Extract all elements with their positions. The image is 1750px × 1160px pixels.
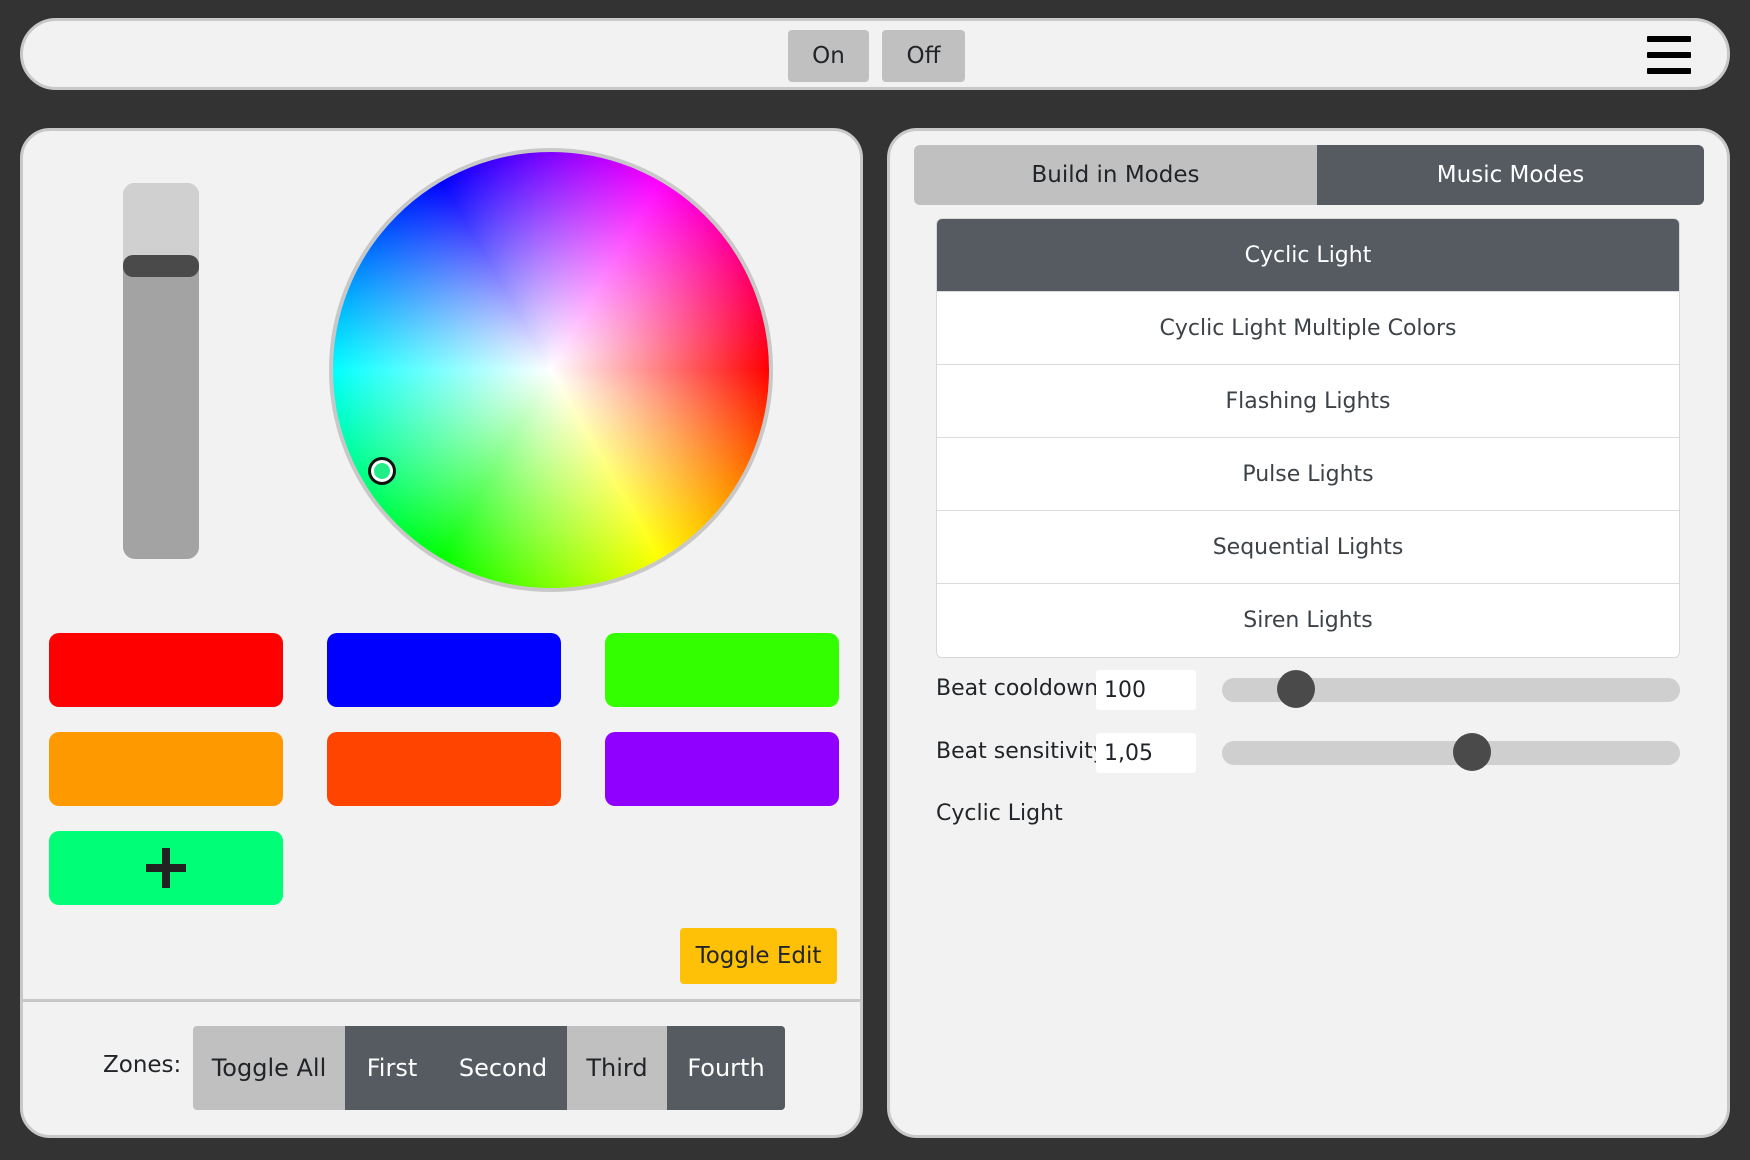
mode-list: Cyclic Light Cyclic Light Multiple Colors… — [936, 218, 1680, 658]
panel-divider — [23, 999, 860, 1002]
mode-list-item[interactable]: Siren Lights — [937, 584, 1679, 657]
color-wheel[interactable] — [329, 148, 773, 592]
beat-sensitivity-input[interactable] — [1096, 733, 1196, 773]
color-swatch[interactable] — [49, 633, 283, 707]
zones-label: Zones: — [103, 1052, 182, 1078]
brightness-slider[interactable] — [123, 183, 199, 559]
zone-button-fourth[interactable]: Fourth — [667, 1026, 785, 1110]
mode-list-item[interactable]: Sequential Lights — [937, 511, 1679, 584]
color-swatch[interactable] — [327, 732, 561, 806]
mode-tabs: Build in Modes Music Modes — [914, 145, 1704, 205]
color-panel: Toggle Edit Zones: Toggle All First Second… — [20, 128, 863, 1138]
beat-sensitivity-slider-thumb[interactable] — [1453, 733, 1491, 771]
beat-cooldown-input[interactable] — [1096, 670, 1196, 710]
beat-sensitivity-slider[interactable] — [1222, 741, 1680, 765]
mode-list-item[interactable]: Cyclic Light Multiple Colors — [937, 292, 1679, 365]
brightness-slider-handle[interactable] — [123, 254, 199, 277]
color-swatch[interactable] — [49, 732, 283, 806]
beat-cooldown-label: Beat cooldown: — [936, 676, 1106, 701]
tab-build-in-modes[interactable]: Build in Modes — [914, 145, 1317, 205]
color-wheel-cursor[interactable] — [368, 457, 396, 485]
plus-icon — [146, 848, 186, 888]
hamburger-line — [1647, 52, 1691, 58]
beat-cooldown-row: Beat cooldown: — [936, 670, 1680, 710]
zone-button-toggle-all[interactable]: Toggle All — [193, 1026, 345, 1110]
hamburger-line — [1647, 36, 1691, 42]
zone-button-third[interactable]: Third — [567, 1026, 667, 1110]
hamburger-line — [1647, 68, 1691, 74]
toggle-edit-button[interactable]: Toggle Edit — [680, 928, 837, 984]
color-swatch[interactable] — [605, 732, 839, 806]
mode-list-item[interactable]: Cyclic Light — [937, 219, 1679, 292]
zones-button-group: Toggle All First Second Third Fourth — [193, 1026, 785, 1110]
zone-button-first[interactable]: First — [345, 1026, 439, 1110]
mode-list-item[interactable]: Pulse Lights — [937, 438, 1679, 511]
hamburger-menu-icon[interactable] — [1647, 36, 1691, 74]
brightness-slider-empty — [123, 183, 199, 266]
mode-list-item[interactable]: Flashing Lights — [937, 365, 1679, 438]
on-button[interactable]: On — [788, 30, 869, 82]
color-swatch[interactable] — [605, 633, 839, 707]
modes-panel: Build in Modes Music Modes Cyclic Light Cy… — [887, 128, 1730, 1138]
tab-music-modes[interactable]: Music Modes — [1317, 145, 1704, 205]
add-swatch-button[interactable] — [49, 831, 283, 905]
zone-button-second[interactable]: Second — [439, 1026, 567, 1110]
off-button[interactable]: Off — [882, 30, 965, 82]
current-mode-text: Cyclic Light — [936, 801, 1063, 826]
top-bar: On Off — [20, 18, 1730, 90]
beat-cooldown-slider-thumb[interactable] — [1276, 670, 1315, 708]
color-swatch[interactable] — [327, 633, 561, 707]
beat-sensitivity-row: Beat sensitivity: — [936, 733, 1680, 773]
beat-sensitivity-label: Beat sensitivity: — [936, 739, 1112, 764]
